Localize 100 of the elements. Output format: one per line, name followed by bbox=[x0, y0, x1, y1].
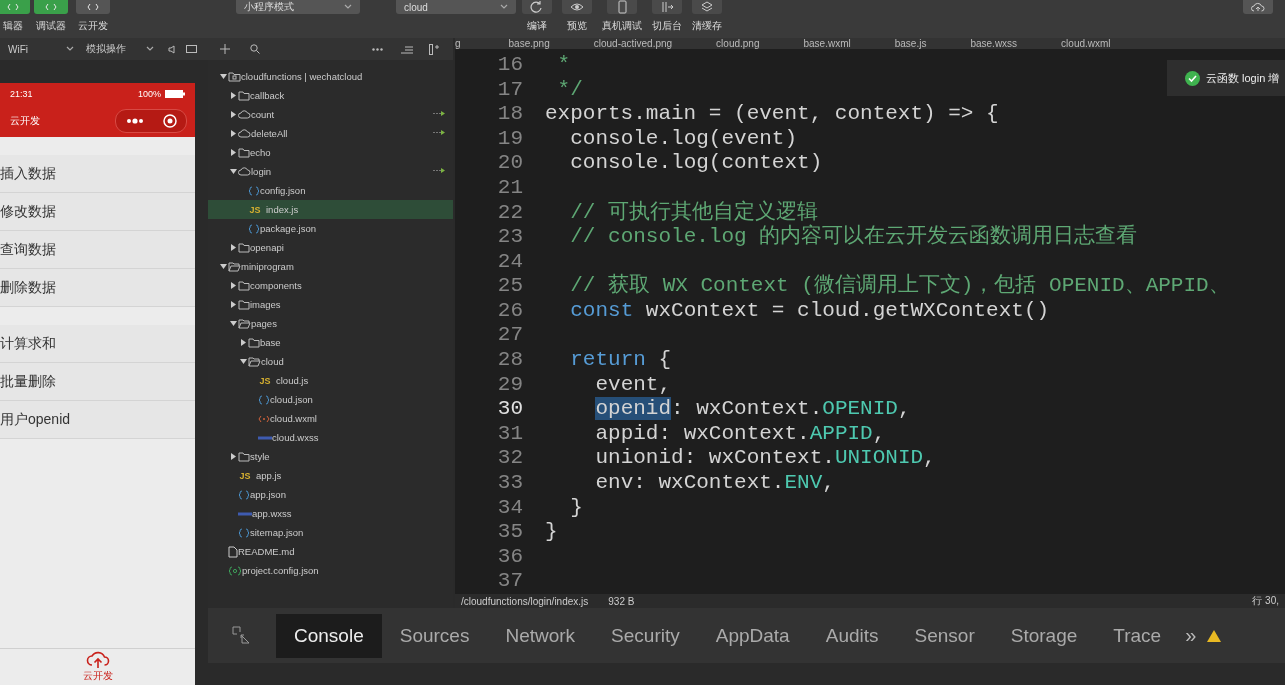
tree-item[interactable]: style bbox=[208, 447, 453, 466]
collapsed-arrow-icon[interactable] bbox=[229, 149, 237, 156]
network-select[interactable]: WiFi bbox=[0, 41, 78, 57]
tree-item[interactable]: project.config.json bbox=[208, 561, 453, 580]
devtools-tab[interactable]: Console bbox=[276, 613, 382, 658]
editor-tab[interactable]: g bbox=[455, 38, 487, 49]
tree-item[interactable]: pages bbox=[208, 314, 453, 333]
compile-select[interactable]: cloud bbox=[396, 0, 516, 14]
tree-item[interactable]: cloud bbox=[208, 352, 453, 371]
tree-item[interactable]: cloud.json bbox=[208, 390, 453, 409]
tree-item[interactable]: openapi bbox=[208, 238, 453, 257]
operation-select[interactable]: 模拟操作 bbox=[78, 41, 158, 57]
tree-item[interactable]: JS index.js bbox=[208, 200, 453, 219]
collapsed-arrow-icon[interactable] bbox=[229, 453, 237, 460]
devtools-tab[interactable]: Storage bbox=[992, 613, 1096, 658]
collapsed-arrow-icon[interactable] bbox=[229, 92, 237, 99]
expanded-arrow-icon[interactable] bbox=[239, 358, 247, 365]
tree-item[interactable]: config.json bbox=[208, 181, 453, 200]
tree-item[interactable]: package.json bbox=[208, 219, 453, 238]
menu-item[interactable]: 删除数据 bbox=[0, 269, 195, 307]
menu-item[interactable]: 用户openid bbox=[0, 401, 195, 439]
editor-tab[interactable]: cloud-actived.png bbox=[571, 38, 695, 49]
editor-tab[interactable]: base.js bbox=[872, 38, 949, 49]
mode-select[interactable]: 小程序模式 bbox=[236, 0, 360, 14]
add-icon[interactable] bbox=[220, 44, 230, 54]
tree-item[interactable]: README.md bbox=[208, 542, 453, 561]
code-line: openid: wxContext.OPENID, bbox=[594, 397, 911, 422]
expanded-arrow-icon[interactable] bbox=[219, 73, 227, 80]
collapsed-arrow-icon[interactable] bbox=[229, 301, 237, 308]
tree-item[interactable]: cloudfunctions | wechatcloud bbox=[208, 67, 453, 86]
toolbar-button[interactable]: 编译 bbox=[522, 0, 552, 33]
devtools-tab[interactable]: Security bbox=[593, 613, 698, 658]
devtools-tab[interactable]: Audits bbox=[807, 613, 897, 658]
braces-icon bbox=[248, 223, 260, 234]
tree-item[interactable]: count bbox=[208, 105, 453, 124]
devtools-tab[interactable]: Sources bbox=[381, 613, 488, 658]
editor-tab[interactable]: base.wxml bbox=[781, 38, 873, 49]
inspect-icon[interactable] bbox=[232, 625, 252, 646]
tree-item[interactable]: components bbox=[208, 276, 453, 295]
toolbar-button[interactable]: 清缓存 bbox=[692, 0, 722, 33]
toolbar-button[interactable]: 预览 bbox=[562, 0, 592, 33]
tree-item[interactable]: JS app.js bbox=[208, 466, 453, 485]
collapsed-arrow-icon[interactable] bbox=[229, 130, 237, 137]
tab-bar-item[interactable]: 云开发 bbox=[0, 648, 195, 685]
capsule-menu[interactable] bbox=[115, 109, 187, 133]
more-icon[interactable] bbox=[372, 47, 383, 51]
collapsed-arrow-icon[interactable] bbox=[229, 282, 237, 289]
expanded-arrow-icon[interactable] bbox=[219, 263, 227, 270]
code-line: // 可执行其他自定义逻辑 bbox=[569, 200, 819, 224]
tree-item[interactable]: base bbox=[208, 333, 453, 352]
collapsed-arrow-icon[interactable] bbox=[229, 111, 237, 118]
tree-item[interactable]: login bbox=[208, 162, 453, 181]
split-icon[interactable] bbox=[429, 43, 439, 55]
toolbar-button[interactable]: 调试器 bbox=[34, 0, 68, 33]
window-icon[interactable] bbox=[186, 44, 197, 54]
more-icon[interactable] bbox=[125, 118, 144, 124]
more-tabs-button[interactable]: » bbox=[1179, 624, 1207, 647]
tree-item[interactable]: callback bbox=[208, 86, 453, 105]
tree-item[interactable]: deleteAll bbox=[208, 124, 453, 143]
tree-item[interactable]: miniprogram bbox=[208, 257, 453, 276]
editor-tab[interactable]: cloud.png bbox=[694, 38, 782, 49]
tree-item[interactable]: sitemap.json bbox=[208, 523, 453, 542]
menu-item[interactable]: 插入数据 bbox=[0, 155, 195, 193]
caret-icon bbox=[500, 4, 508, 10]
editor-tab[interactable]: cloud.wxml bbox=[1039, 38, 1133, 49]
line-number: 33 bbox=[496, 471, 523, 496]
js-file-icon: JS bbox=[238, 469, 252, 482]
line-number: 23 bbox=[496, 225, 523, 250]
tree-item[interactable]: cloud.wxss bbox=[208, 428, 453, 447]
expanded-arrow-icon[interactable] bbox=[229, 320, 237, 327]
devtools-tab[interactable]: Sensor bbox=[896, 613, 993, 658]
tree-item[interactable]: app.wxss bbox=[208, 504, 453, 523]
menu-item[interactable]: 修改数据 bbox=[0, 193, 195, 231]
tree-item[interactable]: app.json bbox=[208, 485, 453, 504]
tree-item[interactable]: JS cloud.js bbox=[208, 371, 453, 390]
code-icon bbox=[45, 3, 57, 11]
collapsed-arrow-icon[interactable] bbox=[229, 244, 237, 251]
menu-item[interactable]: 计算求和 bbox=[0, 325, 195, 363]
toolbar-button[interactable]: 云开发 bbox=[76, 0, 110, 33]
menu-item[interactable]: 查询数据 bbox=[0, 231, 195, 269]
editor-tab[interactable]: base.png bbox=[486, 38, 572, 49]
collapse-icon[interactable] bbox=[401, 44, 413, 54]
collapsed-arrow-icon[interactable] bbox=[239, 339, 247, 346]
devtools-tab[interactable]: Network bbox=[487, 613, 594, 658]
js-file-icon: JS bbox=[248, 203, 262, 216]
tree-item[interactable]: echo bbox=[208, 143, 453, 162]
toolbar-button[interactable]: 真机调试 bbox=[602, 0, 642, 33]
editor-tab[interactable]: base.wxss bbox=[948, 38, 1040, 49]
tree-item[interactable]: cloud.wxml bbox=[208, 409, 453, 428]
folder-icon bbox=[248, 337, 260, 348]
devtools-tab[interactable]: AppData bbox=[697, 613, 808, 658]
expanded-arrow-icon[interactable] bbox=[229, 168, 237, 175]
tree-item[interactable]: images bbox=[208, 295, 453, 314]
menu-item[interactable]: 批量删除 bbox=[0, 363, 195, 401]
speaker-icon[interactable] bbox=[168, 44, 176, 54]
devtools-tab[interactable]: Trace bbox=[1095, 613, 1180, 658]
upload-button[interactable] bbox=[1243, 0, 1273, 14]
code-line: console.log(event) bbox=[569, 126, 798, 152]
toolbar-button[interactable]: 切后台 bbox=[652, 0, 682, 33]
search-icon[interactable] bbox=[250, 44, 260, 54]
